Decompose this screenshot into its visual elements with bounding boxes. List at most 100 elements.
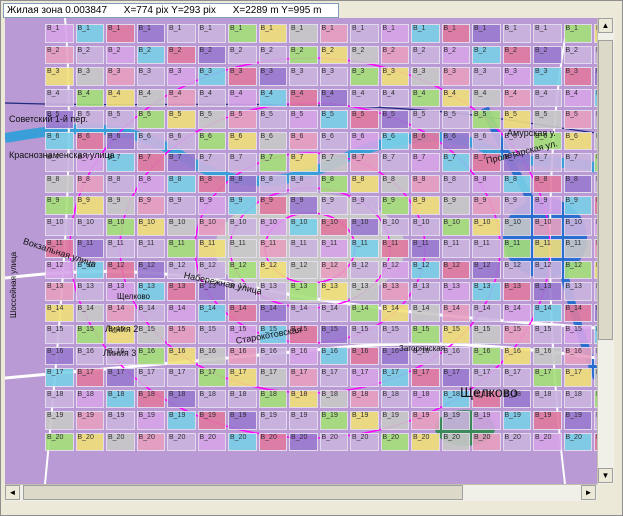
grid-cell[interactable]: B_4: [197, 88, 226, 107]
grid-cell[interactable]: B_1: [167, 24, 196, 43]
grid-cell[interactable]: B_8: [75, 174, 104, 193]
grid-cell[interactable]: B_5: [441, 110, 470, 129]
grid-cell[interactable]: B_3: [228, 67, 257, 86]
grid-cell[interactable]: B_8: [258, 174, 287, 193]
grid-cell[interactable]: B_9: [472, 196, 501, 215]
grid-cell[interactable]: B_19: [502, 411, 531, 430]
grid-cell[interactable]: B_14: [197, 303, 226, 322]
grid-cell[interactable]: B_9: [45, 196, 74, 215]
grid-cell[interactable]: B_12: [502, 260, 531, 279]
grid-cell[interactable]: B_5: [167, 110, 196, 129]
grid-cell[interactable]: B_19: [533, 411, 562, 430]
grid-cell[interactable]: B_14: [167, 303, 196, 322]
grid-cell[interactable]: B_8: [411, 174, 440, 193]
grid-cell[interactable]: B_14: [106, 303, 135, 322]
grid-cell[interactable]: B_11: [411, 239, 440, 258]
grid-cell[interactable]: B_15: [167, 325, 196, 344]
grid-cell[interactable]: B_18: [411, 389, 440, 408]
grid-cell[interactable]: B_4: [380, 88, 409, 107]
grid-cell[interactable]: B_8: [167, 174, 196, 193]
grid-cell[interactable]: B_6: [136, 131, 165, 150]
grid-cell[interactable]: B_2: [289, 45, 318, 64]
grid-cell[interactable]: B_12: [380, 260, 409, 279]
grid-cell[interactable]: B_14: [136, 303, 165, 322]
grid-cell[interactable]: B_3: [350, 67, 379, 86]
grid-cell[interactable]: B_12: [411, 260, 440, 279]
grid-cell[interactable]: B_16: [289, 346, 318, 365]
grid-cell[interactable]: B_12: [258, 260, 287, 279]
grid-cell[interactable]: B_13: [167, 282, 196, 301]
grid-cell[interactable]: B_19: [45, 411, 74, 430]
grid-cell[interactable]: B_17: [75, 368, 104, 387]
grid-cell[interactable]: B_1: [502, 24, 531, 43]
grid-cell[interactable]: B_13: [563, 282, 592, 301]
grid-cell[interactable]: B_15: [75, 325, 104, 344]
grid-cell[interactable]: B_2: [441, 45, 470, 64]
grid-cell[interactable]: B_9: [106, 196, 135, 215]
grid-cell[interactable]: B_7: [350, 153, 379, 172]
grid-cell[interactable]: B_14: [472, 303, 501, 322]
grid-cell[interactable]: B_7: [167, 153, 196, 172]
grid-cell[interactable]: B_7: [228, 153, 257, 172]
grid-cell[interactable]: B_15: [472, 325, 501, 344]
grid-cell[interactable]: B_19: [197, 411, 226, 430]
grid-cell[interactable]: B_6: [197, 131, 226, 150]
grid-cell[interactable]: B_5: [136, 110, 165, 129]
grid-cell[interactable]: B_9: [411, 196, 440, 215]
grid-cell[interactable]: B_14: [319, 303, 348, 322]
grid-cell[interactable]: B_1: [319, 24, 348, 43]
grid-cell[interactable]: B_3: [106, 67, 135, 86]
grid-cell[interactable]: B_18: [45, 389, 74, 408]
grid-cell[interactable]: B_7: [563, 153, 592, 172]
grid-cell[interactable]: B_3: [289, 67, 318, 86]
grid-cell[interactable]: B_19: [228, 411, 257, 430]
grid-cell[interactable]: B_19: [136, 411, 165, 430]
grid-cell[interactable]: B_19: [411, 411, 440, 430]
grid-cell[interactable]: B_20: [197, 432, 226, 451]
grid-cell[interactable]: B_9: [319, 196, 348, 215]
grid-cell[interactable]: B_6: [106, 131, 135, 150]
grid-cell[interactable]: B_8: [106, 174, 135, 193]
grid-cell[interactable]: B_11: [136, 239, 165, 258]
grid-cell[interactable]: B_3: [319, 67, 348, 86]
grid-cell[interactable]: B_7: [289, 153, 318, 172]
grid-cell[interactable]: B_1: [563, 24, 592, 43]
grid-cell[interactable]: B_8: [441, 174, 470, 193]
grid-cell[interactable]: B_3: [75, 67, 104, 86]
grid-cell[interactable]: B_10: [228, 217, 257, 236]
grid-cell[interactable]: B_16: [45, 346, 74, 365]
grid-cell[interactable]: B_11: [441, 239, 470, 258]
grid-cell[interactable]: B_6: [167, 131, 196, 150]
grid-cell[interactable]: B_11: [197, 239, 226, 258]
grid-cell[interactable]: B_5: [502, 110, 531, 129]
grid-cell[interactable]: B_18: [75, 389, 104, 408]
grid-cell[interactable]: B_14: [411, 303, 440, 322]
grid-cell[interactable]: B_11: [380, 239, 409, 258]
grid-cell[interactable]: B_6: [472, 131, 501, 150]
grid-cell[interactable]: B_18: [197, 389, 226, 408]
grid-cell[interactable]: B_10: [197, 217, 226, 236]
grid-cell[interactable]: B_16: [350, 346, 379, 365]
grid-cell[interactable]: B_9: [136, 196, 165, 215]
grid-cell[interactable]: B_16: [167, 346, 196, 365]
grid-cell[interactable]: B_19: [380, 411, 409, 430]
grid-cell[interactable]: B_3: [563, 67, 592, 86]
grid-cell[interactable]: B_18: [563, 389, 592, 408]
grid-cell[interactable]: B_17: [167, 368, 196, 387]
grid-cell[interactable]: B_20: [258, 432, 287, 451]
grid-cell[interactable]: B_16: [563, 346, 592, 365]
grid-cell[interactable]: B_13: [289, 282, 318, 301]
grid-cell[interactable]: B_16: [75, 346, 104, 365]
grid-cell[interactable]: B_3: [411, 67, 440, 86]
grid-cell[interactable]: B_6: [380, 131, 409, 150]
grid-cell[interactable]: B_2: [75, 45, 104, 64]
grid-cell[interactable]: B_9: [350, 196, 379, 215]
grid-cell[interactable]: B_2: [136, 45, 165, 64]
map-viewport[interactable]: B_1 B_1 B_1 B_1 B_1 B_1 B_1 B_1 B_1 B_1 B_1 B_1 B_1 B…: [5, 18, 597, 484]
grid-cell[interactable]: B_16: [197, 346, 226, 365]
grid-cell[interactable]: B_15: [563, 325, 592, 344]
vertical-scroll-thumb[interactable]: [598, 40, 613, 340]
grid-cell[interactable]: B_17: [380, 368, 409, 387]
grid-cell[interactable]: B_2: [472, 45, 501, 64]
grid-cell[interactable]: B_14: [563, 303, 592, 322]
